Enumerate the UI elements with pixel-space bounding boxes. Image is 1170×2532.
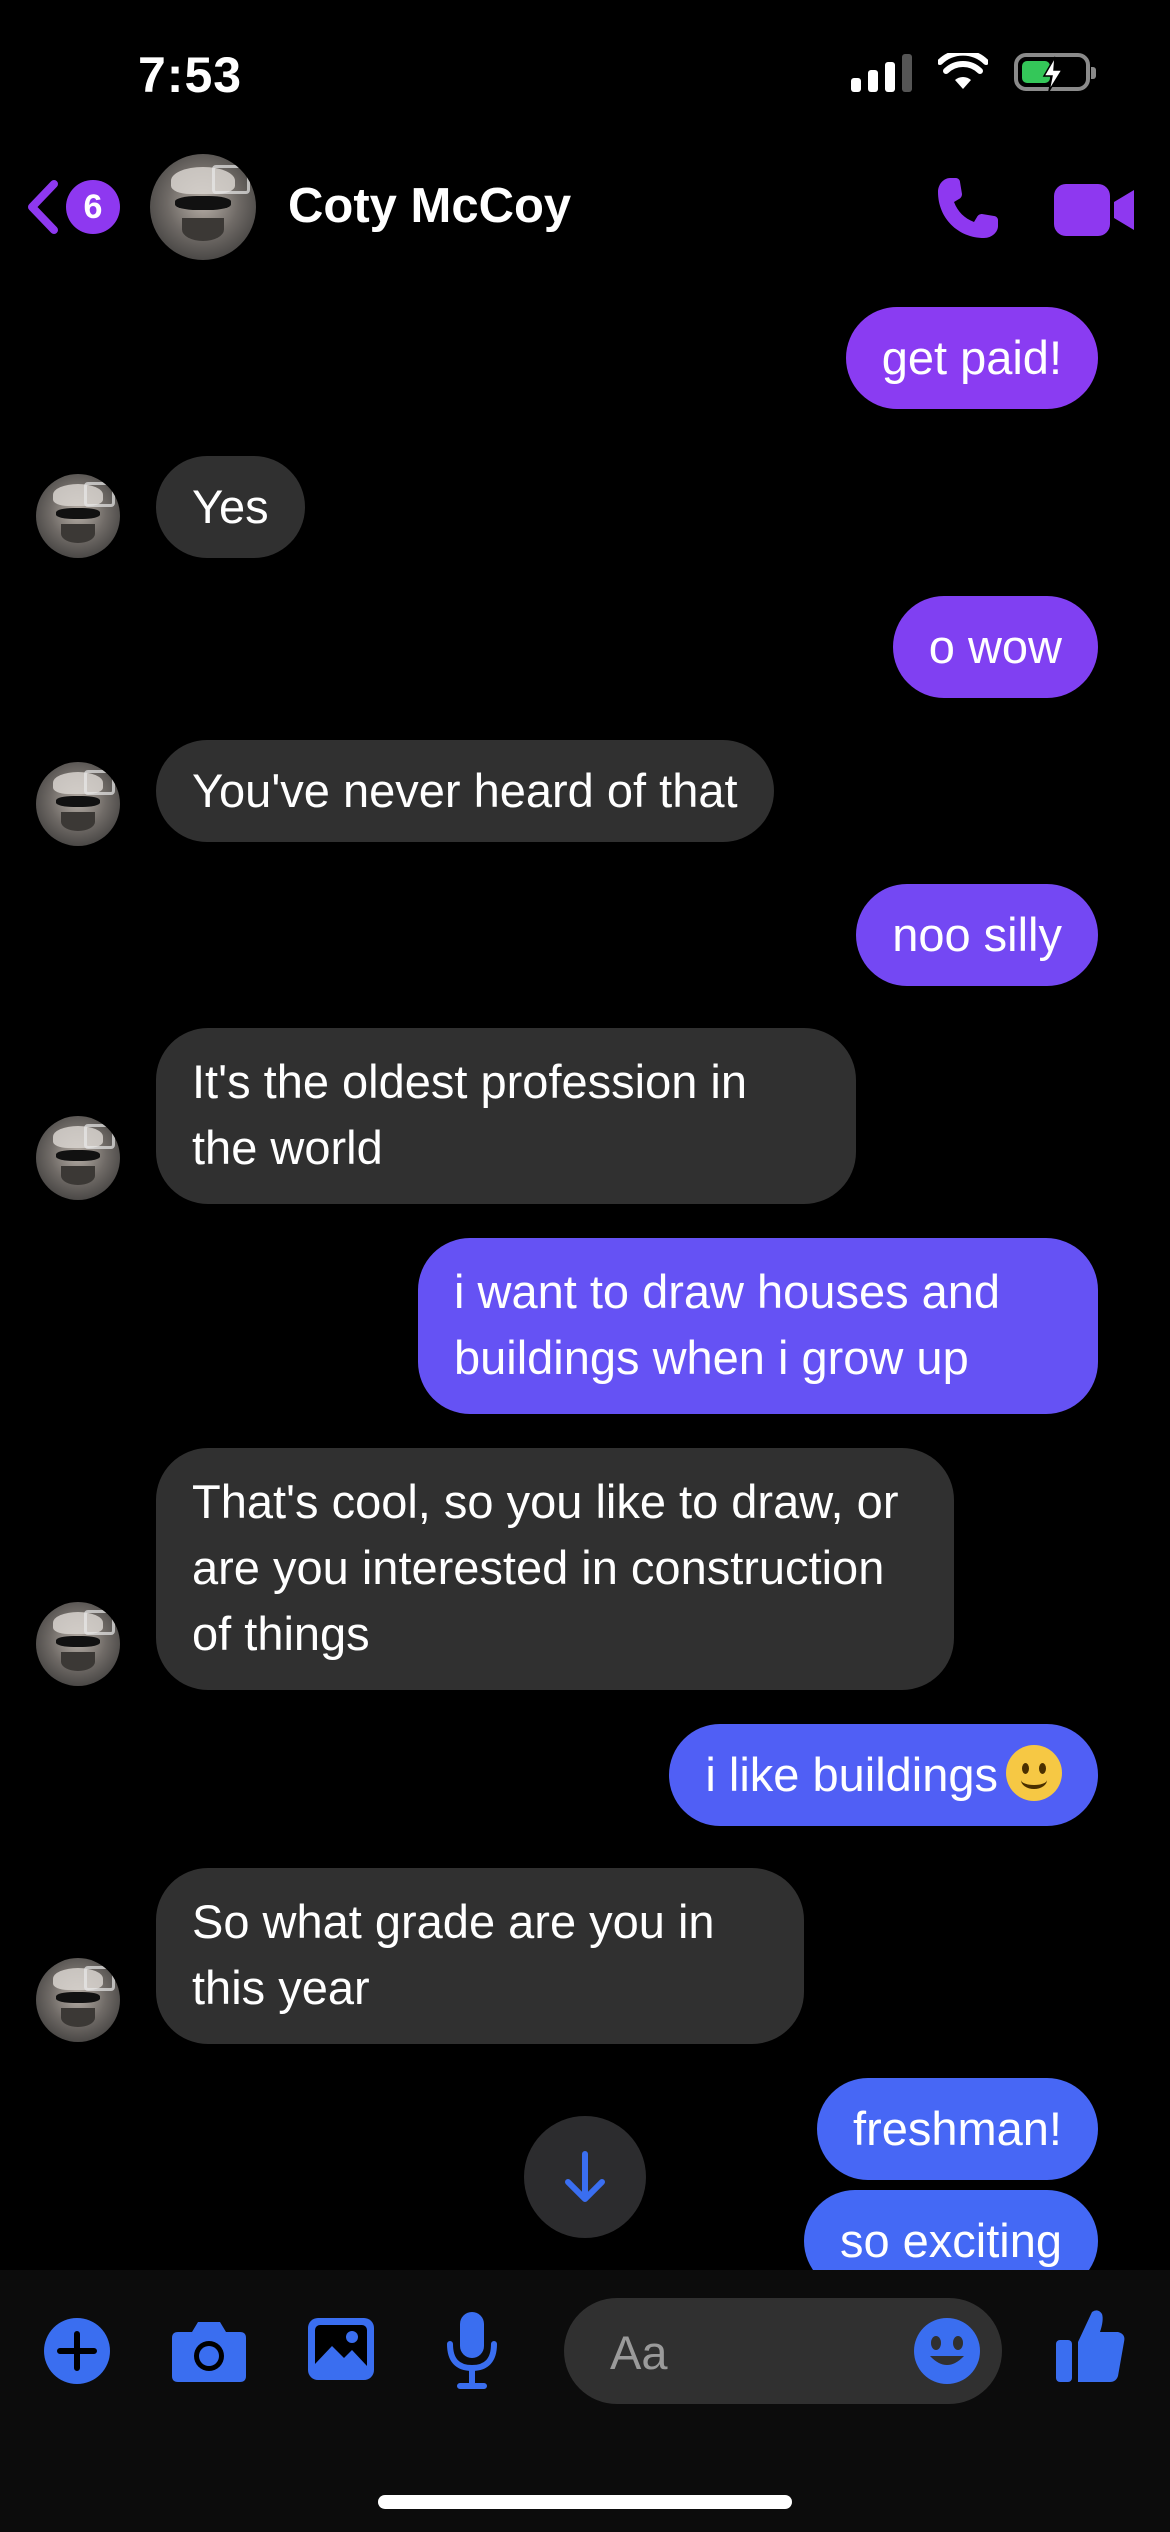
outgoing-message[interactable]: o wow [892,596,1098,698]
thumbs-up-icon[interactable] [1054,2306,1128,2386]
outgoing-message[interactable]: get paid! [845,307,1098,409]
message-text: You've never heard of that [192,764,738,817]
chat-header: 6 Coty McCoy [0,150,1170,270]
sender-avatar[interactable] [36,474,120,558]
status-bar: 7:53 [0,0,1170,150]
status-icons [851,52,1096,92]
sender-avatar[interactable] [36,1958,120,2042]
cellular-signal-icon [851,52,912,92]
battery-charging-icon [1014,53,1096,92]
status-time: 7:53 [138,47,243,103]
chevron-left-icon [28,180,58,234]
phone-call-icon[interactable] [930,172,1004,246]
incoming-message[interactable]: It's the oldest profession in the world [156,1028,856,1204]
slightly-smiling-face-emoji [1006,1745,1062,1801]
incoming-message[interactable]: That's cool, so you like to draw, or are… [156,1448,954,1690]
message-text: That's cool, so you like to draw, or are… [192,1475,899,1660]
scroll-to-bottom-button[interactable] [524,2116,646,2238]
emoji-icon[interactable] [912,2316,982,2386]
message-text: o wow [928,620,1062,673]
photo-gallery-icon[interactable] [306,2316,376,2382]
message-composer: Aa [0,2270,1170,2532]
plus-icon[interactable] [42,2316,112,2386]
camera-icon[interactable] [170,2318,248,2384]
message-input[interactable]: Aa [564,2298,1002,2404]
outgoing-message[interactable]: i want to draw houses and buildings when… [418,1238,1098,1414]
unread-count-badge: 6 [66,180,120,234]
arrow-down-icon [565,2151,605,2202]
message-text: so exciting [839,2214,1062,2267]
microphone-icon[interactable] [444,2310,500,2390]
messenger-chat-screen: 7:53 6 Coty McCoy get paid! Yes o wow Yo… [0,0,1170,2532]
outgoing-message[interactable]: noo silly [856,884,1098,986]
contact-avatar[interactable] [150,154,256,260]
message-text: Yes [192,480,269,533]
incoming-message[interactable]: Yes [156,456,305,558]
message-text: noo silly [892,908,1062,961]
message-text: freshman! [853,2102,1062,2155]
message-input-placeholder: Aa [610,2326,668,2379]
contact-name[interactable]: Coty McCoy [288,178,571,234]
incoming-message[interactable]: So what grade are you in this year [156,1868,804,2044]
message-text: get paid! [881,331,1062,384]
message-text: i like buildings [705,1748,998,1801]
wifi-icon [938,53,988,89]
back-button[interactable]: 6 [24,178,120,236]
sender-avatar[interactable] [36,1602,120,1686]
message-text: So what grade are you in this year [192,1895,715,2014]
incoming-message[interactable]: You've never heard of that [156,740,774,842]
outgoing-message[interactable]: freshman! [817,2078,1098,2180]
home-indicator[interactable] [378,2495,792,2509]
sender-avatar[interactable] [36,762,120,846]
message-text: i want to draw houses and buildings when… [454,1265,1001,1384]
sender-avatar[interactable] [36,1116,120,1200]
message-text: It's the oldest profession in the world [192,1055,748,1174]
outgoing-message[interactable]: i like buildings [669,1724,1098,1826]
video-call-icon[interactable] [1052,182,1136,238]
